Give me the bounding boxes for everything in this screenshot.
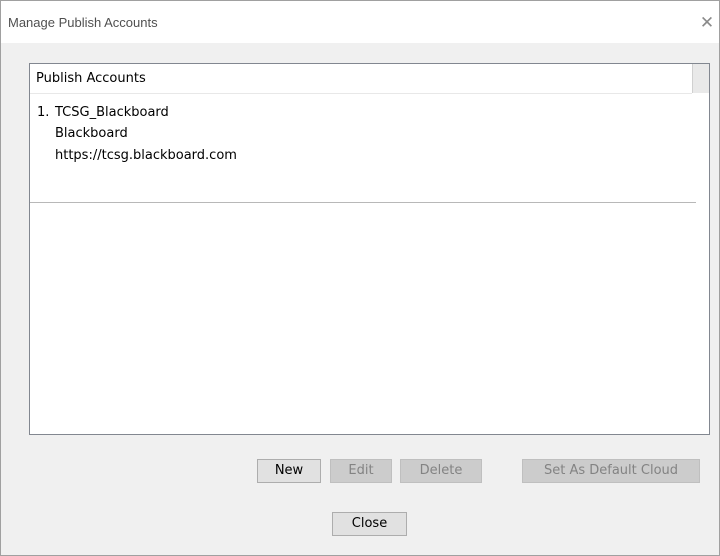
set-default-cloud-button[interactable]: Set As Default Cloud	[522, 459, 700, 483]
edit-button[interactable]: Edit	[330, 459, 392, 483]
account-index: 1.	[37, 105, 50, 120]
close-icon[interactable]: ✕	[695, 9, 719, 37]
delete-button[interactable]: Delete	[400, 459, 482, 483]
account-name: TCSG_Blackboard	[55, 105, 169, 120]
list-header: Publish Accounts	[30, 64, 692, 94]
scrollbar[interactable]	[692, 64, 709, 93]
account-list-item[interactable]: 1. TCSG_Blackboard Blackboard https://tc…	[30, 94, 696, 203]
account-url: https://tcsg.blackboard.com	[55, 148, 237, 163]
publish-accounts-list: Publish Accounts 1. TCSG_Blackboard Blac…	[29, 63, 710, 435]
close-button[interactable]: Close	[332, 512, 407, 536]
new-button[interactable]: New	[257, 459, 321, 483]
manage-publish-accounts-dialog: Manage Publish Accounts ✕ Publish Accoun…	[0, 0, 720, 556]
window-title: Manage Publish Accounts	[8, 15, 158, 30]
title-bar: Manage Publish Accounts ✕	[1, 1, 719, 43]
list-header-label: Publish Accounts	[36, 71, 146, 86]
account-type: Blackboard	[55, 126, 128, 141]
